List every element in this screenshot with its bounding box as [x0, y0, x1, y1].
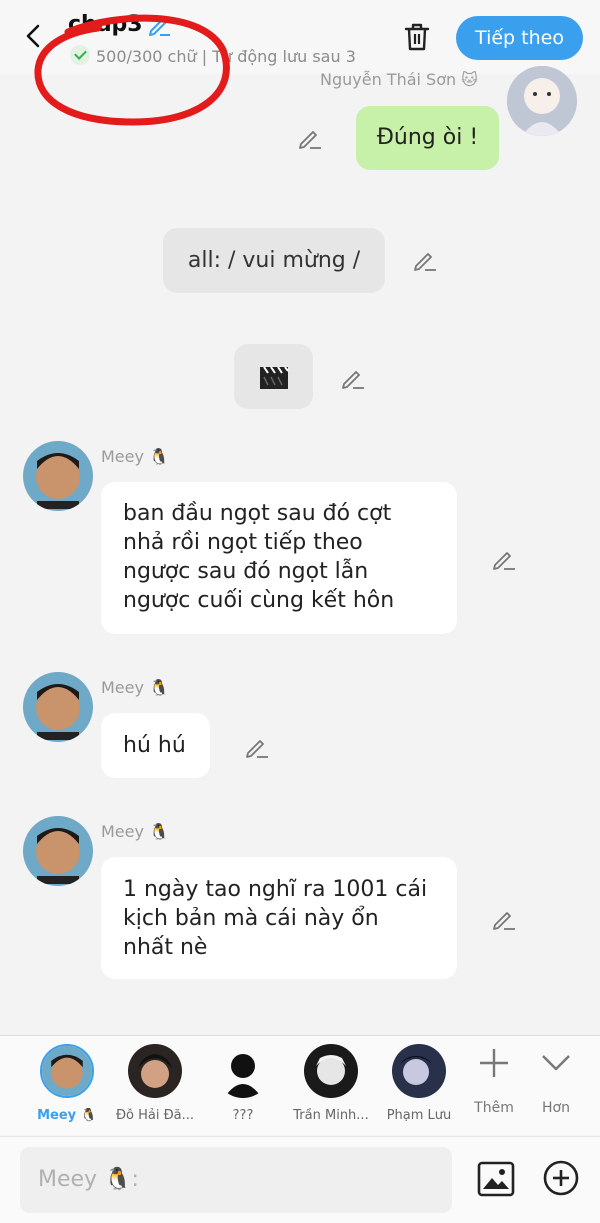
clapperboard-icon	[260, 366, 289, 389]
image-icon[interactable]	[476, 1159, 516, 1199]
character-name: Phạm Lưu	[386, 1108, 452, 1123]
page-title: chap3	[68, 12, 143, 37]
add-character-button[interactable]: Thêm	[464, 1046, 524, 1116]
add-label: Thêm	[474, 1100, 514, 1116]
edit-icon[interactable]	[490, 545, 518, 573]
message-input[interactable]: Meey 🐧:	[20, 1147, 452, 1213]
character-tran-minh[interactable]: Trần Minh...	[291, 1044, 371, 1123]
next-button[interactable]: Tiếp theo	[456, 16, 583, 60]
trash-icon[interactable]	[400, 20, 434, 54]
status-line: 500/300 chữ | Tự động lưu sau 3	[70, 45, 376, 66]
add-circle-icon[interactable]	[542, 1159, 580, 1197]
avatar	[40, 1044, 94, 1098]
character-name: Đỗ Hải Đă...	[115, 1108, 195, 1123]
character-meey[interactable]: Meey 🐧	[27, 1044, 107, 1123]
top-bar: chap3 500/300 chữ | Tự động lưu sau 3 Ti…	[0, 0, 600, 74]
avatar	[216, 1044, 270, 1098]
more-label: Hơn	[542, 1100, 570, 1116]
composer: Meey 🐧:	[0, 1136, 600, 1223]
more-button[interactable]: Hơn	[526, 1046, 586, 1116]
check-icon	[70, 45, 90, 65]
avatar[interactable]	[507, 66, 577, 136]
character-bar: Meey 🐧 Đỗ Hải Đă... ??? Trần Minh... Phạ…	[0, 1035, 600, 1135]
back-arrow-icon[interactable]	[20, 22, 48, 50]
scene-bubble[interactable]	[234, 344, 313, 409]
avatar[interactable]	[23, 441, 93, 511]
character-name: Meey 🐧	[37, 1108, 97, 1123]
action-bubble[interactable]: all: / vui mừng /	[163, 228, 385, 293]
message-bubble[interactable]: Đúng òi !	[356, 106, 499, 170]
avatar[interactable]	[23, 816, 93, 886]
avatar[interactable]	[23, 672, 93, 742]
avatar	[392, 1044, 446, 1098]
message-bubble[interactable]: ban đầu ngọt sau đó cợt nhả rồi ngọt tiế…	[101, 482, 457, 634]
edit-icon[interactable]	[339, 364, 367, 392]
edit-icon[interactable]	[296, 124, 324, 152]
sender-name: Nguyễn Thái Sơn 🐱	[320, 70, 478, 89]
edit-icon[interactable]	[490, 905, 518, 933]
sender-name: Meey 🐧	[101, 447, 169, 466]
avatar	[128, 1044, 182, 1098]
edit-title-icon[interactable]	[146, 12, 172, 38]
message-bubble[interactable]: hú hú	[101, 713, 210, 778]
word-count-status: 500/300 chữ | Tự động lưu sau 3	[96, 47, 356, 66]
message-bubble[interactable]: 1 ngày tao nghĩ ra 1001 cái kịch bản mà …	[101, 857, 457, 979]
character-name: ???	[232, 1108, 254, 1123]
sender-name: Meey 🐧	[101, 822, 169, 841]
chevron-down-icon	[542, 1055, 570, 1071]
character-unknown[interactable]: ???	[203, 1044, 283, 1123]
avatar	[304, 1044, 358, 1098]
plus-icon	[480, 1049, 508, 1077]
character-do-hai-dang[interactable]: Đỗ Hải Đă...	[115, 1044, 195, 1123]
character-pham-luu[interactable]: Phạm Lưu	[379, 1044, 459, 1123]
character-name: Trần Minh...	[293, 1108, 369, 1123]
edit-icon[interactable]	[243, 733, 271, 761]
edit-icon[interactable]	[411, 246, 439, 274]
sender-name: Meey 🐧	[101, 678, 169, 697]
